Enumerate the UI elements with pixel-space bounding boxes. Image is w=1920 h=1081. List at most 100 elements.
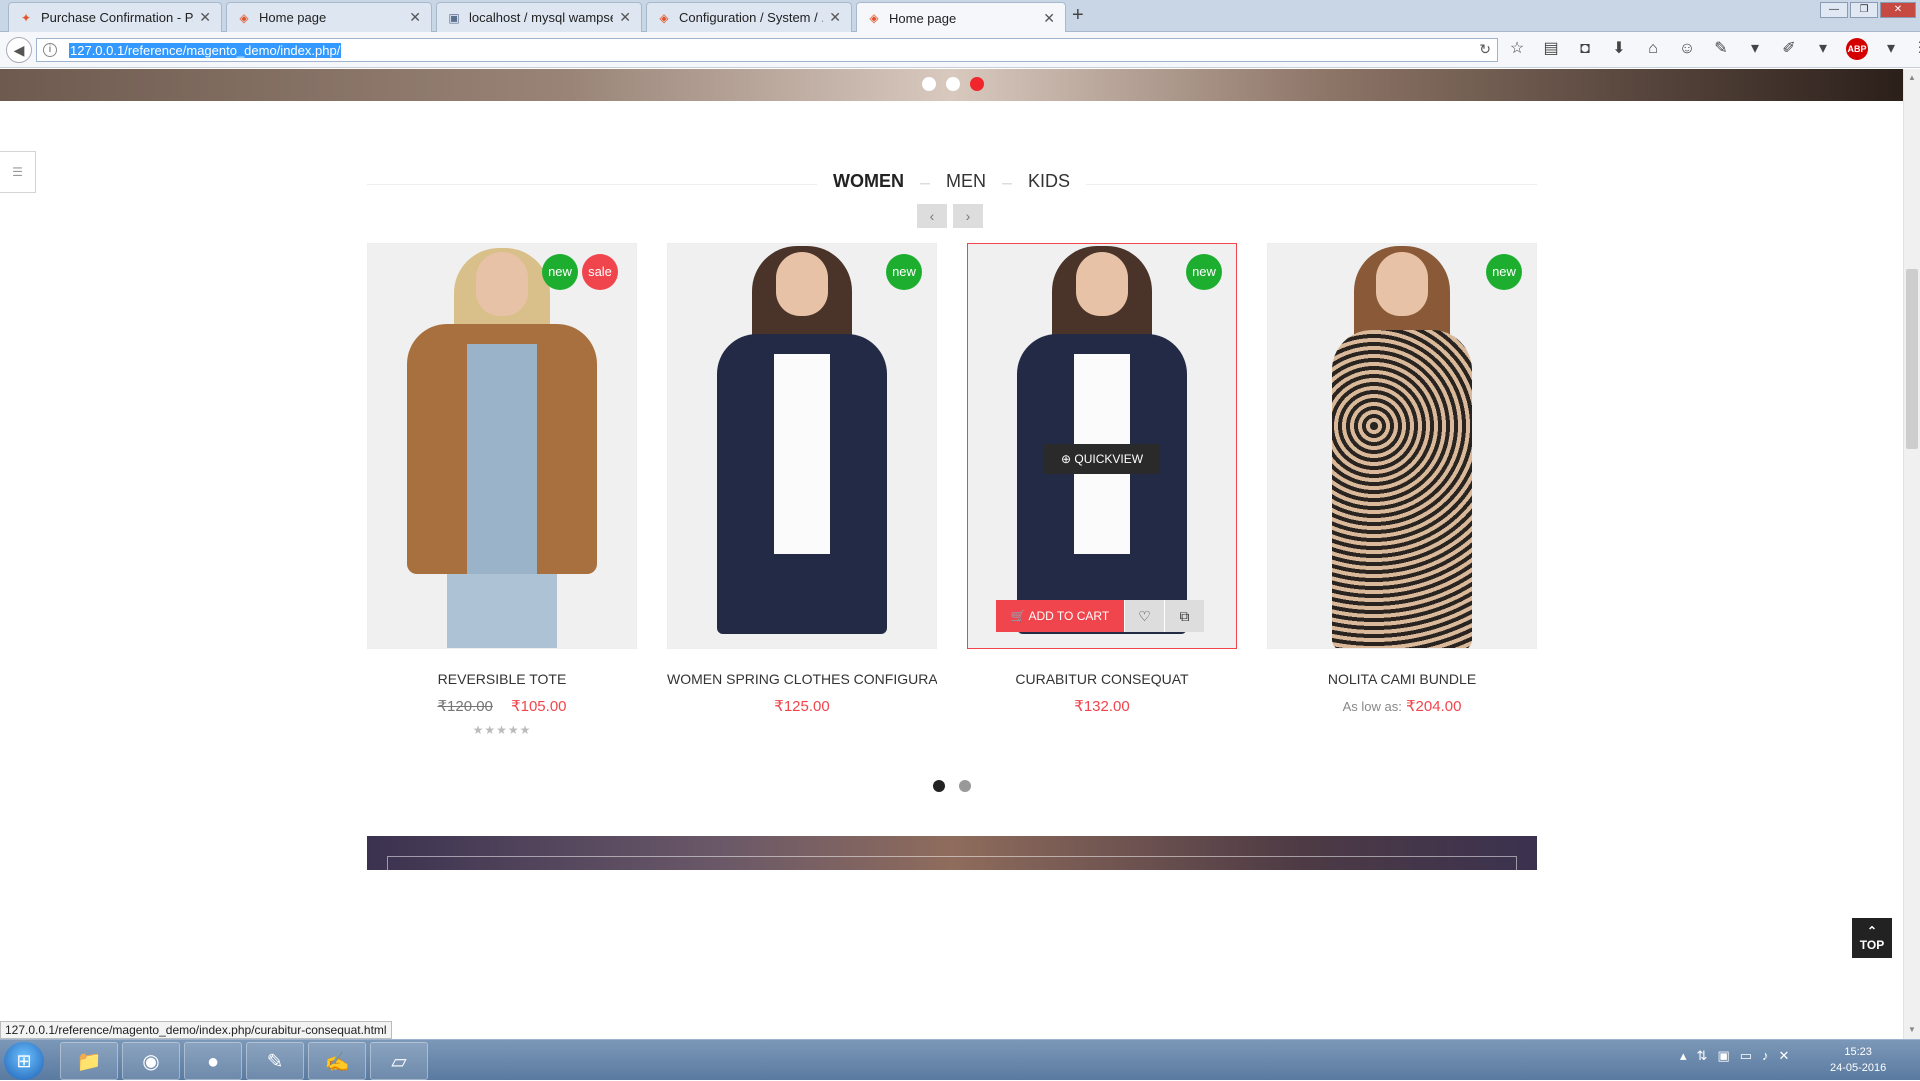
explorer-icon[interactable]: 📁: [60, 1042, 118, 1080]
browser-nav-bar: ◀ i 127.0.0.1/reference/magento_demo/ind…: [0, 32, 1920, 68]
promo-banner[interactable]: [367, 836, 1537, 870]
browser-tab-4[interactable]: ◈ Configuration / System / ... ✕: [646, 2, 852, 32]
paint-icon[interactable]: ✎: [246, 1042, 304, 1080]
magento-icon: ◈: [239, 10, 249, 25]
url-text[interactable]: 127.0.0.1/reference/magento_demo/index.p…: [69, 43, 342, 58]
product-name[interactable]: REVERSIBLE TOTE: [367, 671, 637, 687]
back-button[interactable]: ◀: [6, 37, 32, 63]
cart-icon: 🛒: [1010, 609, 1029, 623]
carousel-dot[interactable]: [959, 780, 971, 792]
dropdown-icon[interactable]: ▾: [1744, 38, 1766, 60]
wishlist-heart-icon[interactable]: ♡: [1124, 600, 1164, 632]
browser-tab-bar: ✦ Purchase Confirmation - P... ✕ ◈ Home …: [0, 0, 1920, 33]
chat-icon[interactable]: ☺: [1676, 38, 1698, 60]
model-head: [776, 252, 828, 316]
restore-button[interactable]: ❐: [1850, 2, 1878, 18]
menu-icon[interactable]: ☰: [1914, 38, 1920, 60]
new-tab-button[interactable]: +: [1072, 4, 1084, 27]
product-name[interactable]: WOMEN SPRING CLOTHES CONFIGURA...: [667, 671, 937, 687]
info-icon[interactable]: i: [43, 43, 57, 57]
badge-new: new: [886, 254, 922, 290]
prev-arrow-button[interactable]: ‹: [917, 204, 947, 228]
vertical-scrollbar[interactable]: ▲ ▼: [1903, 69, 1920, 1039]
clock[interactable]: 15:23 24-05-2016: [1830, 1044, 1886, 1076]
minimize-button[interactable]: —: [1820, 2, 1848, 18]
display-icon[interactable]: ▭: [1740, 1048, 1752, 1064]
slider-dot[interactable]: [922, 77, 936, 91]
product-image[interactable]: new sale: [367, 243, 637, 649]
close-window-button[interactable]: ✕: [1880, 2, 1916, 18]
product-card[interactable]: new WOMEN SPRING CLOTHES CONFIGURA... ₹1…: [667, 243, 937, 715]
product-card[interactable]: new NOLITA CAMI BUNDLE As low as: ₹204.0…: [1267, 243, 1537, 715]
close-icon[interactable]: ✕: [409, 9, 421, 26]
back-to-top-button[interactable]: ⌃ TOP: [1852, 918, 1892, 958]
adblock-icon[interactable]: ABP: [1846, 38, 1868, 60]
extension-icon[interactable]: ✎: [1710, 38, 1732, 60]
badge-sale: sale: [582, 254, 618, 290]
product-price-value: ₹132.00: [1074, 698, 1130, 715]
home-icon[interactable]: ⌂: [1642, 38, 1664, 60]
close-icon[interactable]: ✕: [199, 9, 211, 26]
carousel-dot-active[interactable]: [933, 780, 945, 792]
pocket-icon[interactable]: ◘: [1574, 38, 1596, 60]
product-price: As low as: ₹204.00: [1267, 697, 1537, 715]
slider-dot-active[interactable]: [970, 77, 984, 91]
volume-icon[interactable]: ♪: [1762, 1048, 1769, 1064]
model-jeans: [447, 574, 557, 648]
url-bar[interactable]: i 127.0.0.1/reference/magento_demo/index…: [36, 38, 1498, 62]
close-icon[interactable]: ✕: [1043, 10, 1055, 27]
product-image[interactable]: new: [1267, 243, 1537, 649]
product-name[interactable]: NOLITA CAMI BUNDLE: [1267, 671, 1537, 687]
browser-tab-5[interactable]: ◈ Home page ✕: [856, 2, 1066, 33]
phpmyadmin-icon: ▣: [448, 10, 460, 25]
windows-taskbar: ⊞ 📁 ◉ ● ✎ ✍ ▱ ▴ ⇅ ▣ ▭ ♪ ✕ 15:23 24-05-20…: [0, 1039, 1920, 1080]
tab-men[interactable]: MEN: [929, 171, 1002, 192]
banner-frame: [387, 856, 1517, 870]
close-icon[interactable]: ✕: [829, 9, 841, 26]
app-tray-icon[interactable]: ▣: [1717, 1048, 1729, 1064]
next-arrow-button[interactable]: ›: [953, 204, 983, 228]
browser-tab-1[interactable]: ✦ Purchase Confirmation - P... ✕: [8, 2, 222, 32]
quickview-button[interactable]: ⊕ QUICKVIEW: [1044, 444, 1160, 474]
hero-slider: [0, 69, 1903, 101]
product-card[interactable]: new ⊕ QUICKVIEW 🛒 ADD TO CART ♡ ⧉ CURABI…: [967, 243, 1237, 715]
eraser-app-icon[interactable]: ▱: [370, 1042, 428, 1080]
special-price: ₹105.00: [511, 698, 567, 715]
firefox-icon[interactable]: ●: [184, 1042, 242, 1080]
scroll-down-arrow[interactable]: ▼: [1908, 1025, 1916, 1034]
tab-women[interactable]: WOMEN: [816, 171, 920, 192]
model-head: [1376, 252, 1428, 316]
model-shirt: [467, 344, 537, 574]
scrollbar-thumb[interactable]: [1906, 269, 1918, 449]
product-image[interactable]: new ⊕ QUICKVIEW 🛒 ADD TO CART ♡ ⧉: [967, 243, 1237, 649]
browser-tab-3[interactable]: ▣ localhost / mysql wampser... ✕: [436, 2, 642, 32]
product-price-value: ₹125.00: [774, 698, 830, 715]
product-image[interactable]: new: [667, 243, 937, 649]
tools-icon[interactable]: ✐: [1778, 38, 1800, 60]
product-card[interactable]: new sale REVERSIBLE TOTE ₹120.00 ₹105.00…: [367, 243, 637, 737]
download-icon[interactable]: ⬇: [1608, 38, 1630, 60]
compare-icon[interactable]: ⧉: [1164, 600, 1204, 632]
start-button[interactable]: ⊞: [4, 1042, 44, 1080]
product-name[interactable]: CURABITUR CONSEQUAT: [967, 671, 1237, 687]
browser-tab-2[interactable]: ◈ Home page ✕: [226, 2, 432, 32]
network-icon[interactable]: ⇅: [1697, 1048, 1708, 1064]
reading-list-icon[interactable]: ▤: [1540, 38, 1562, 60]
notepad-plus-icon[interactable]: ✍: [308, 1042, 366, 1080]
muted-icon[interactable]: ✕: [1779, 1048, 1790, 1064]
reload-icon[interactable]: ↻: [1479, 41, 1491, 58]
dropdown-icon[interactable]: ▾: [1880, 38, 1902, 60]
product-price-value: ₹204.00: [1405, 698, 1462, 715]
bookmark-star-icon[interactable]: ☆: [1506, 38, 1528, 60]
tab-kids[interactable]: KIDS: [1011, 171, 1086, 192]
product-price: ₹125.00: [667, 697, 937, 715]
chrome-icon[interactable]: ◉: [122, 1042, 180, 1080]
close-icon[interactable]: ✕: [619, 9, 631, 26]
add-to-cart-button[interactable]: 🛒 ADD TO CART: [996, 600, 1124, 632]
dropdown-icon[interactable]: ▾: [1812, 38, 1834, 60]
tray-arrow-icon[interactable]: ▴: [1680, 1048, 1687, 1064]
clock-time: 15:23: [1844, 1046, 1872, 1058]
slider-dot[interactable]: [946, 77, 960, 91]
clock-date: 24-05-2016: [1830, 1062, 1887, 1074]
scroll-up-arrow[interactable]: ▲: [1908, 73, 1916, 82]
